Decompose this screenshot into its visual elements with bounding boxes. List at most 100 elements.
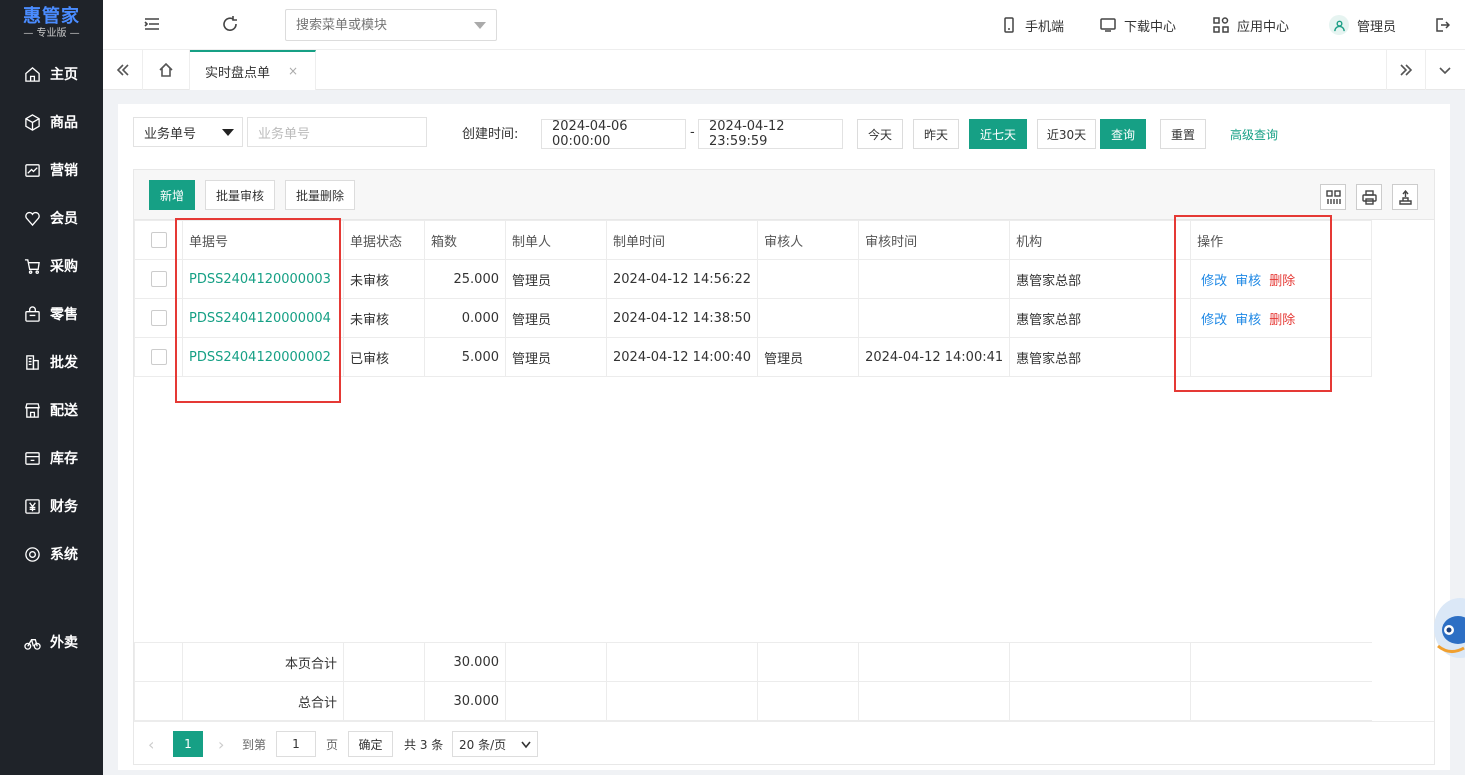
- goto-confirm-button[interactable]: 确定: [348, 731, 393, 757]
- sidebar-item-marketing[interactable]: 营销: [0, 150, 103, 190]
- audit-button[interactable]: 审核: [1235, 274, 1261, 289]
- sidebar-item-label: 会员: [50, 211, 78, 227]
- audit-button[interactable]: 审核: [1235, 313, 1261, 328]
- refresh-icon[interactable]: [221, 15, 241, 35]
- page-size-select[interactable]: 20 条/页: [452, 731, 538, 757]
- sidebar-item-goods[interactable]: 商品: [0, 102, 103, 142]
- menu-search[interactable]: [285, 9, 497, 41]
- sidebar-item-takeout[interactable]: 外卖: [0, 622, 103, 662]
- bill-number-input[interactable]: 业务单号: [247, 117, 427, 147]
- auditor-cell: [757, 298, 860, 338]
- row-checkbox[interactable]: [150, 310, 167, 326]
- sidebar-item-label: 外卖: [50, 635, 78, 651]
- mobile-label: 手机端: [1025, 19, 1065, 35]
- col-status[interactable]: 单据状态: [343, 220, 425, 260]
- last-30-days-button[interactable]: 近30天: [1037, 119, 1096, 149]
- column-settings-icon[interactable]: [1320, 184, 1346, 210]
- reset-button[interactable]: 重置: [1160, 119, 1206, 149]
- sidebar-item-purchase[interactable]: 采购: [0, 246, 103, 286]
- sidebar-item-finance[interactable]: 财务: [0, 486, 103, 526]
- org-cell: 惠管家总部: [1009, 298, 1192, 338]
- collapse-menu-icon[interactable]: [143, 15, 163, 35]
- bill-number-link[interactable]: PDSS2404120000003: [182, 259, 344, 299]
- store-icon: [25, 402, 40, 418]
- user-menu[interactable]: 管理员: [1329, 0, 1396, 50]
- bill-number-link[interactable]: PDSS2404120000004: [182, 298, 344, 338]
- tabs-scroll-right-button[interactable]: [1386, 50, 1426, 90]
- prev-page-icon[interactable]: ‹: [148, 731, 154, 757]
- end-date-input[interactable]: 2024-04-12 23:59:59: [698, 119, 843, 149]
- bag-icon: [25, 305, 40, 322]
- col-audit-time[interactable]: 审核时间: [858, 220, 1011, 260]
- col-org[interactable]: 机构: [1009, 220, 1192, 260]
- edit-button[interactable]: 修改: [1201, 274, 1227, 289]
- close-icon[interactable]: ×: [288, 64, 298, 78]
- edit-button[interactable]: 修改: [1201, 313, 1227, 328]
- yesterday-button[interactable]: 昨天: [913, 119, 959, 149]
- batch-audit-button[interactable]: 批量审核: [205, 180, 275, 210]
- actions-cell: [1190, 337, 1373, 377]
- audit-time-cell: [858, 259, 1011, 299]
- delete-button[interactable]: 删除: [1269, 313, 1295, 328]
- maker-cell: 管理员: [505, 337, 607, 377]
- sidebar-item-label: 采购: [50, 259, 78, 275]
- start-date-input[interactable]: 2024-04-06 00:00:00: [541, 119, 686, 149]
- sidebar-item-label: 批发: [50, 355, 78, 371]
- page-1-button[interactable]: 1: [173, 731, 203, 757]
- sidebar-item-wholesale[interactable]: 批发: [0, 342, 103, 382]
- col-auditor[interactable]: 审核人: [757, 220, 860, 260]
- col-make-time[interactable]: 制单时间: [605, 220, 759, 260]
- mobile-link[interactable]: 手机端: [1001, 0, 1064, 50]
- last-7-days-button[interactable]: 近七天: [969, 119, 1027, 149]
- query-button[interactable]: 查询: [1100, 119, 1146, 149]
- row-checkbox[interactable]: [150, 271, 167, 287]
- data-table: 单据号 单据状态 箱数 制单人 制单时间 审核人 审核时间 机构 操作 PDSS…: [134, 220, 1373, 377]
- sidebar-item-members[interactable]: 会员: [0, 198, 103, 238]
- chevron-down-icon: [1439, 67, 1451, 75]
- total-count: 共 3 条: [404, 737, 444, 752]
- tab-stocktake[interactable]: 实时盘点单 ×: [190, 50, 316, 90]
- home-tab[interactable]: [143, 50, 190, 90]
- box-icon: [25, 113, 40, 131]
- delete-button[interactable]: 删除: [1269, 274, 1295, 289]
- sidebar-item-delivery[interactable]: 配送: [0, 390, 103, 430]
- print-icon[interactable]: [1356, 184, 1382, 210]
- logout-button[interactable]: [1434, 0, 1458, 50]
- sidebar-item-retail[interactable]: 零售: [0, 294, 103, 334]
- bill-number-link[interactable]: PDSS2404120000002: [182, 337, 344, 377]
- row-checkbox[interactable]: [150, 349, 167, 365]
- pagination: ‹ 1 › 到第 1 页 确定 共 3 条 20 条/页: [134, 721, 1434, 764]
- tabs-scroll-left-button[interactable]: [103, 50, 143, 90]
- chevron-down-icon: [474, 22, 486, 29]
- maker-cell: 管理员: [505, 259, 607, 299]
- auditor-cell: 管理员: [757, 337, 860, 377]
- download-center-link[interactable]: 下载中心: [1100, 0, 1176, 50]
- edition-label: — 专业版 —: [23, 28, 80, 39]
- menu-search-input[interactable]: [286, 10, 466, 40]
- app-center-link[interactable]: 应用中心: [1213, 0, 1289, 50]
- sidebar-item-system[interactable]: 系统: [0, 534, 103, 574]
- col-boxes[interactable]: 箱数: [424, 220, 506, 260]
- logo: 惠管家 — 专业版 —: [0, 0, 103, 48]
- assistant-robot-icon[interactable]: [1430, 590, 1465, 660]
- building-icon: [26, 354, 39, 370]
- export-icon[interactable]: [1392, 184, 1418, 210]
- col-bill-number[interactable]: 单据号: [182, 220, 344, 260]
- sidebar-item-label: 主页: [50, 67, 78, 83]
- sidebar-item-inventory[interactable]: 库存: [0, 438, 103, 478]
- home-icon: [159, 63, 173, 77]
- sidebar-item-home[interactable]: 主页: [0, 54, 103, 94]
- actions-cell: 修改 审核 删除: [1190, 298, 1373, 338]
- tabs-menu-button[interactable]: [1425, 50, 1465, 90]
- advanced-query-link[interactable]: 高级查询: [1230, 126, 1278, 143]
- today-button[interactable]: 今天: [857, 119, 903, 149]
- double-chevron-left-icon: [116, 64, 129, 76]
- next-page-icon[interactable]: ›: [218, 731, 224, 757]
- goto-page-input[interactable]: 1: [276, 731, 316, 757]
- add-button[interactable]: 新增: [149, 180, 195, 210]
- col-maker[interactable]: 制单人: [505, 220, 607, 260]
- batch-delete-button[interactable]: 批量删除: [285, 180, 355, 210]
- select-all-checkbox[interactable]: [150, 232, 167, 248]
- search-field-select[interactable]: 业务单号: [133, 117, 243, 147]
- boxes-cell: 5.000: [424, 337, 506, 377]
